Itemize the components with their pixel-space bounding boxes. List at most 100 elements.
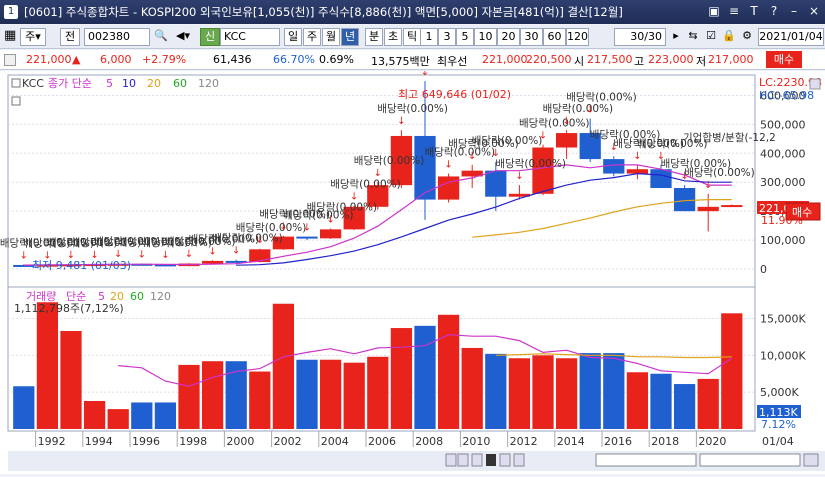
help-icon[interactable]: ? — [767, 3, 781, 19]
quote-change: 6,000 — [100, 53, 132, 66]
period-tab-3[interactable]: 년 — [341, 28, 359, 46]
lock-icon[interactable]: 🔒 — [720, 28, 738, 46]
scroll-up-icon[interactable] — [809, 78, 821, 90]
quote-price: 221,000 — [26, 53, 72, 66]
buy-button[interactable]: 매수 — [766, 51, 802, 68]
chevron-right-icon[interactable]: ▸ — [668, 28, 684, 46]
period-tab-5[interactable]: 초 — [384, 28, 402, 46]
split-left-icon[interactable]: ⇆ — [684, 28, 702, 46]
scroll-right-icon[interactable] — [499, 453, 511, 467]
vlegend-ma60: 60 — [130, 290, 144, 303]
scroll-left-icon[interactable] — [457, 453, 469, 467]
minimize-icon[interactable]: – — [787, 3, 801, 19]
stock-name-field[interactable]: KCC — [220, 28, 280, 46]
code-input[interactable]: 002380 — [84, 28, 150, 46]
type-select[interactable]: 주▾ — [20, 28, 46, 46]
speaker-icon[interactable]: ◀▾ — [172, 28, 194, 46]
text-icon[interactable]: T — [747, 3, 761, 19]
volume-bar — [272, 303, 295, 429]
grid-icon[interactable]: ▦ — [4, 28, 16, 46]
interval-button-30[interactable]: 30 — [520, 28, 543, 46]
quote-volume: 61,436 — [213, 53, 252, 66]
volume-tick-label: 5,000K — [760, 386, 799, 399]
dividend-arrow-icon: ↓ — [185, 249, 193, 260]
price-tick-label: 0 — [760, 263, 767, 276]
dividend-arrow-icon: ↓ — [468, 151, 476, 162]
x-tick-label: 2008 — [415, 435, 443, 448]
period-tab-0[interactable]: 일 — [284, 28, 302, 46]
play-icon[interactable] — [471, 453, 483, 467]
window-titlebar: 1 [0601] 주식종합차트 - KOSPI200 외국인보유[1,055(천… — [0, 0, 825, 24]
period-tab-4[interactable]: 분 — [365, 28, 383, 46]
date-field[interactable]: 2021/01/04 — [758, 28, 824, 46]
zoom-slider[interactable] — [595, 453, 697, 467]
search-icon[interactable]: 🔍 — [152, 28, 170, 46]
interval-button-60[interactable]: 60 — [543, 28, 566, 46]
dividend-arrow-icon: ↓ — [20, 250, 28, 261]
dividend-label: 배당락(0.00%) — [354, 155, 425, 167]
stop-icon[interactable] — [486, 454, 496, 466]
interval-button-120[interactable]: 120 — [566, 28, 589, 46]
dividend-arrow-icon: ↓ — [421, 71, 429, 78]
max-label: 최고 649,646 (01/02) — [398, 88, 511, 101]
volume-bar — [414, 325, 436, 429]
volume-bar — [461, 347, 483, 429]
volume-bar — [319, 359, 342, 429]
x-tick-label: 2016 — [604, 435, 632, 448]
check-icon[interactable]: ☑ — [702, 28, 720, 46]
candle-body — [721, 205, 743, 208]
zoom-in-icon[interactable] — [803, 453, 819, 467]
volume-bar — [437, 314, 460, 429]
dividend-label: 배당락(0.00%) — [566, 92, 637, 104]
dividend-label: 배당락(0.00%) — [543, 103, 614, 115]
prev-button[interactable]: 전 — [60, 28, 80, 46]
interval-button-10[interactable]: 10 — [474, 28, 497, 46]
candle-body — [697, 206, 719, 212]
period-tab-1[interactable]: 주 — [303, 28, 321, 46]
ask-label: 최우선 — [437, 55, 468, 68]
layout-icon[interactable]: ▣ — [707, 3, 721, 19]
price-tick-label: 100,000 — [760, 234, 806, 247]
candle-body — [555, 133, 578, 148]
panel-toggle[interactable] — [11, 78, 21, 88]
interval-button-1[interactable]: 1 — [420, 28, 438, 46]
price-legend-name: KCC — [22, 77, 44, 90]
candle-body — [485, 170, 507, 197]
quote-toggle[interactable] — [4, 54, 16, 66]
window-number: 1 — [4, 5, 18, 19]
period-tab-2[interactable]: 월 — [322, 28, 340, 46]
menu-icon[interactable]: ≡ — [727, 3, 741, 19]
volume-bar — [178, 364, 200, 429]
current-volume-pct: 7.12% — [761, 418, 796, 431]
x-tick-label: 1992 — [38, 435, 66, 448]
dividend-arrow-icon: ↓ — [539, 131, 547, 142]
legend-ma60: 60 — [173, 77, 187, 90]
candle-body — [319, 229, 342, 239]
range-slider[interactable] — [699, 453, 801, 467]
window-title: [0601] 주식종합차트 - KOSPI200 외국인보유[1,055(천)]… — [24, 5, 623, 19]
close-icon[interactable]: × — [807, 3, 821, 19]
scroll-start-icon[interactable] — [445, 453, 457, 467]
count-field[interactable]: 30/30 — [614, 28, 666, 46]
legend-ma10: 10 — [122, 77, 136, 90]
price-tick-label: 300,000 — [760, 176, 806, 189]
interval-button-20[interactable]: 20 — [497, 28, 520, 46]
gear-icon[interactable]: ⚙ — [738, 28, 756, 46]
period-tab-6[interactable]: 틱 — [403, 28, 421, 46]
x-tick-label: 2018 — [651, 435, 679, 448]
quote-pct: +2.79% — [142, 53, 187, 66]
scroll-end-icon[interactable] — [513, 453, 525, 467]
candle-body — [414, 135, 436, 200]
hc-label: HC:-65.98 — [759, 89, 814, 102]
panel-toggle-2[interactable] — [11, 96, 21, 106]
interval-button-5[interactable]: 5 — [456, 28, 474, 46]
volume-bar — [13, 386, 35, 429]
candle-body — [437, 176, 460, 200]
new-button[interactable]: 신 — [200, 28, 220, 46]
x-tick-label: 1994 — [85, 435, 113, 448]
candle-body — [201, 260, 224, 264]
volume-y-axis: 15,000K 10,000K 5,000K — [760, 312, 806, 399]
quote-bid: 220,500 — [526, 53, 572, 66]
interval-button-3[interactable]: 3 — [438, 28, 456, 46]
candle-body — [650, 169, 672, 189]
